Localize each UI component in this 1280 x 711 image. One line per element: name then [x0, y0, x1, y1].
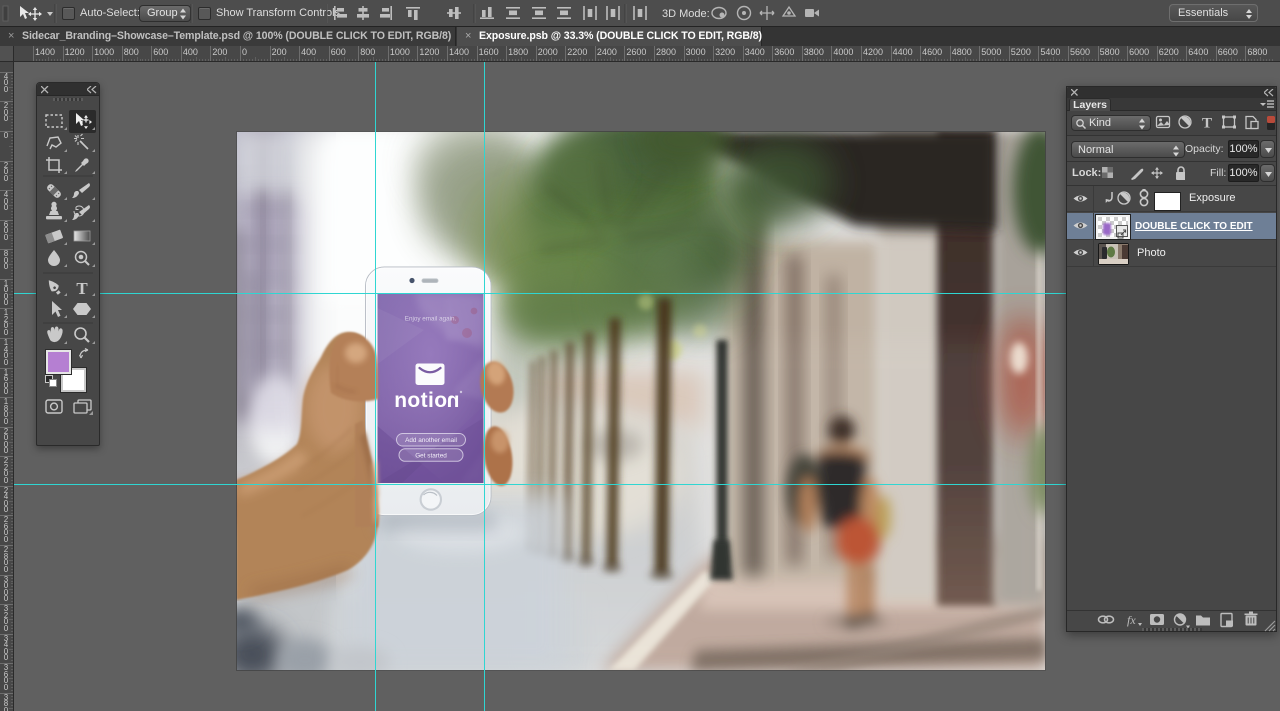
svg-text:Add another email: Add another email: [405, 437, 457, 444]
svg-text:fx: fx: [1127, 613, 1136, 627]
svg-text:3D Mode:: 3D Mode:: [662, 8, 710, 20]
svg-text:Enjoy email again.: Enjoy email again.: [405, 316, 457, 323]
svg-text:T: T: [1202, 116, 1212, 132]
svg-text:n: n: [447, 389, 460, 412]
svg-text:Get started: Get started: [415, 452, 447, 459]
svg-text:T: T: [76, 279, 88, 298]
svg-text:notio: notio: [394, 389, 447, 412]
